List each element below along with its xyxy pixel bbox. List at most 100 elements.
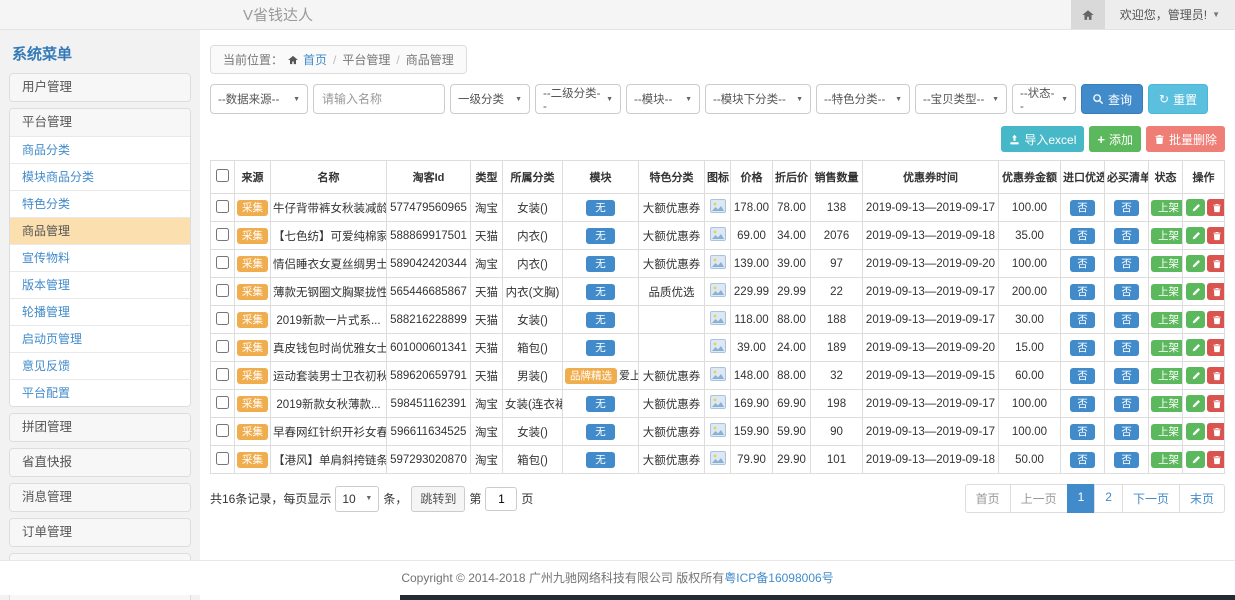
jump-page-input[interactable] <box>485 487 517 511</box>
name-search-input[interactable] <box>313 84 445 114</box>
import-toggle-button[interactable]: 否 <box>1070 396 1095 412</box>
import-toggle-button[interactable]: 否 <box>1070 256 1095 272</box>
sidebar-item[interactable]: 平台管理 <box>10 109 190 136</box>
import-excel-button[interactable]: 导入excel <box>1001 126 1084 152</box>
sidebar-item[interactable]: 用户管理 <box>10 74 190 101</box>
delete-button[interactable] <box>1207 255 1225 272</box>
delete-button[interactable] <box>1207 311 1225 328</box>
filter-select[interactable]: --状态--▼ <box>1012 84 1076 114</box>
edit-button[interactable] <box>1186 311 1205 328</box>
sidebar-item[interactable]: 订单管理 <box>10 519 190 546</box>
delete-button[interactable] <box>1207 451 1225 468</box>
user-menu[interactable]: 欢迎您，管理员! ▼ <box>1105 0 1235 29</box>
status-badge[interactable]: 上架 <box>1151 256 1183 272</box>
reset-button[interactable]: ↻ 重置 <box>1148 84 1208 114</box>
sidebar-item[interactable]: 省直快报 <box>10 449 190 476</box>
edit-button[interactable] <box>1186 367 1205 384</box>
sidebar-item[interactable]: 启动页管理 <box>10 325 190 352</box>
filter-select[interactable]: --宝贝类型--▼ <box>915 84 1007 114</box>
status-badge[interactable]: 上架 <box>1151 228 1183 244</box>
mustbuy-toggle-button[interactable]: 否 <box>1114 340 1139 356</box>
row-checkbox[interactable] <box>216 284 229 297</box>
delete-button[interactable] <box>1207 199 1225 216</box>
horizontal-scrollbar[interactable] <box>400 595 1235 600</box>
pager-button[interactable]: 上一页 <box>1010 484 1068 513</box>
import-toggle-button[interactable]: 否 <box>1070 312 1095 328</box>
status-badge[interactable]: 上架 <box>1151 340 1183 356</box>
filter-select[interactable]: --数据来源--▼ <box>210 84 308 114</box>
delete-button[interactable] <box>1207 395 1225 412</box>
import-toggle-button[interactable]: 否 <box>1070 200 1095 216</box>
import-toggle-button[interactable]: 否 <box>1070 340 1095 356</box>
edit-button[interactable] <box>1186 227 1205 244</box>
status-badge[interactable]: 上架 <box>1151 396 1183 412</box>
edit-button[interactable] <box>1186 339 1205 356</box>
add-button[interactable]: + 添加 <box>1089 126 1141 152</box>
sidebar-item[interactable]: 商品分类 <box>10 136 190 163</box>
batch-delete-button[interactable]: 批量删除 <box>1146 126 1225 152</box>
pager-button[interactable]: 首页 <box>965 484 1011 513</box>
row-checkbox[interactable] <box>216 256 229 269</box>
edit-button[interactable] <box>1186 255 1205 272</box>
row-checkbox[interactable] <box>216 368 229 381</box>
search-button[interactable]: 查询 <box>1081 84 1143 114</box>
sidebar-item[interactable]: 模块商品分类 <box>10 163 190 190</box>
row-checkbox[interactable] <box>216 200 229 213</box>
breadcrumb-item[interactable]: 平台管理 <box>342 51 390 68</box>
mustbuy-toggle-button[interactable]: 否 <box>1114 256 1139 272</box>
sidebar-item[interactable]: 意见反馈 <box>10 352 190 379</box>
row-checkbox[interactable] <box>216 424 229 437</box>
pager-button[interactable]: 2 <box>1094 484 1123 513</box>
page-size-select[interactable]: 10 ▼ <box>335 486 379 512</box>
pager-current-page[interactable]: 1 <box>1067 484 1096 513</box>
row-checkbox[interactable] <box>216 340 229 353</box>
delete-button[interactable] <box>1207 283 1225 300</box>
sidebar-item[interactable]: 拼团管理 <box>10 414 190 441</box>
status-badge[interactable]: 上架 <box>1151 312 1183 328</box>
filter-select[interactable]: --特色分类--▼ <box>816 84 910 114</box>
delete-button[interactable] <box>1207 339 1225 356</box>
filter-select[interactable]: --模块下分类--▼ <box>705 84 811 114</box>
select-all-checkbox[interactable] <box>216 169 229 182</box>
import-toggle-button[interactable]: 否 <box>1070 284 1095 300</box>
row-checkbox[interactable] <box>216 228 229 241</box>
status-badge[interactable]: 上架 <box>1151 368 1183 384</box>
sidebar-item[interactable]: 消息管理 <box>10 484 190 511</box>
mustbuy-toggle-button[interactable]: 否 <box>1114 284 1139 300</box>
sidebar-item[interactable]: 平台配置 <box>10 379 190 406</box>
status-badge[interactable]: 上架 <box>1151 424 1183 440</box>
breadcrumb-home-link[interactable]: 首页 <box>303 51 327 68</box>
home-button[interactable] <box>1071 0 1105 29</box>
mustbuy-toggle-button[interactable]: 否 <box>1114 424 1139 440</box>
icp-link[interactable]: 粤ICP备16098006号 <box>724 571 833 585</box>
edit-button[interactable] <box>1186 423 1205 440</box>
sidebar-item[interactable]: 版本管理 <box>10 271 190 298</box>
mustbuy-toggle-button[interactable]: 否 <box>1114 396 1139 412</box>
row-checkbox[interactable] <box>216 312 229 325</box>
sidebar-item[interactable]: 宣传物料 <box>10 244 190 271</box>
mustbuy-toggle-button[interactable]: 否 <box>1114 452 1139 468</box>
status-badge[interactable]: 上架 <box>1151 200 1183 216</box>
mustbuy-toggle-button[interactable]: 否 <box>1114 368 1139 384</box>
sidebar-item[interactable]: 特色分类 <box>10 190 190 217</box>
delete-button[interactable] <box>1207 423 1225 440</box>
sidebar-item[interactable]: 商品管理 <box>10 217 190 244</box>
edit-button[interactable] <box>1186 199 1205 216</box>
import-toggle-button[interactable]: 否 <box>1070 228 1095 244</box>
filter-select[interactable]: --二级分类--▼ <box>535 84 621 114</box>
delete-button[interactable] <box>1207 367 1225 384</box>
pager-button[interactable]: 末页 <box>1179 484 1225 513</box>
status-badge[interactable]: 上架 <box>1151 284 1183 300</box>
delete-button[interactable] <box>1207 227 1225 244</box>
sidebar-item[interactable]: 轮播管理 <box>10 298 190 325</box>
import-toggle-button[interactable]: 否 <box>1070 424 1095 440</box>
row-checkbox[interactable] <box>216 452 229 465</box>
row-checkbox[interactable] <box>216 396 229 409</box>
edit-button[interactable] <box>1186 451 1205 468</box>
filter-select[interactable]: --模块--▼ <box>626 84 700 114</box>
filter-select[interactable]: 一级分类▼ <box>450 84 530 114</box>
mustbuy-toggle-button[interactable]: 否 <box>1114 228 1139 244</box>
mustbuy-toggle-button[interactable]: 否 <box>1114 200 1139 216</box>
edit-button[interactable] <box>1186 395 1205 412</box>
status-badge[interactable]: 上架 <box>1151 452 1183 468</box>
